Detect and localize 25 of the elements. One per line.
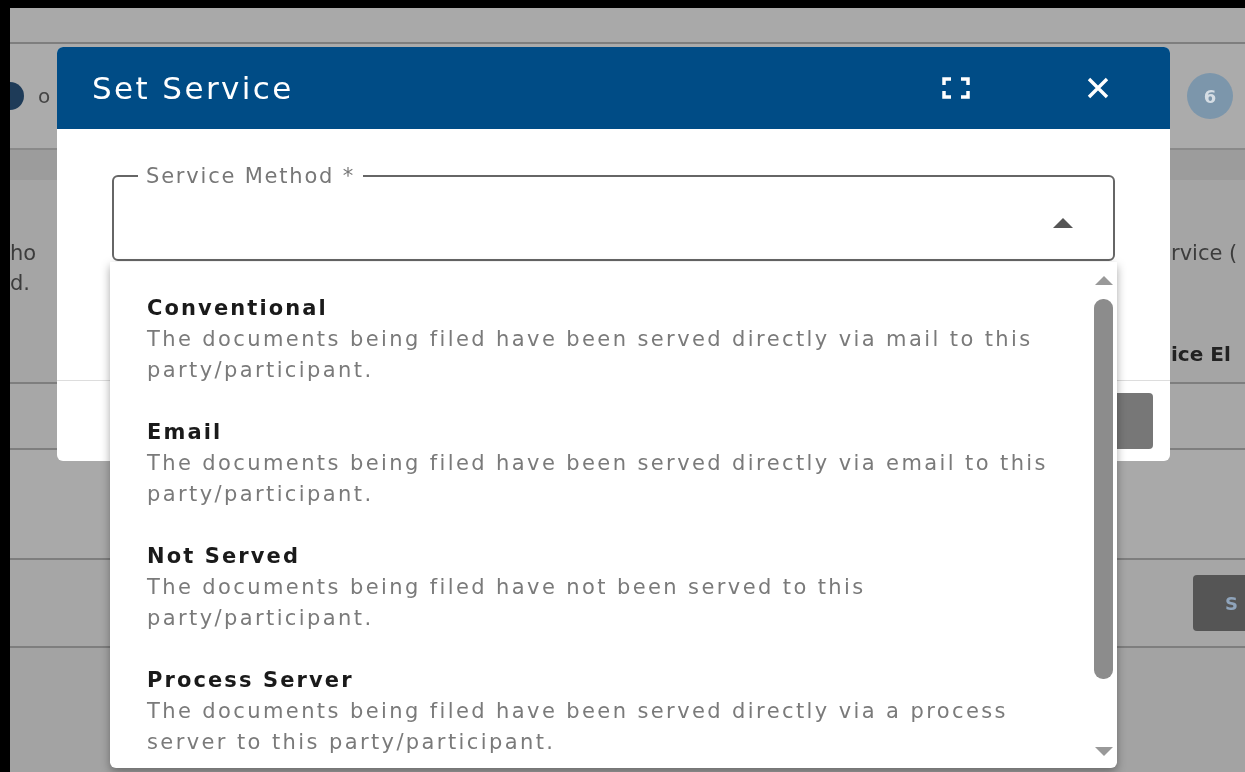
step-label: o [38,84,51,108]
page-text: rvice ( [1171,240,1239,267]
option-description: The documents being filed have been served directly via a process server to this party/participant. [147,698,1009,756]
option-title: Email [147,419,224,446]
option-description: The documents being filed have been served directly via email to this party/participant. [147,450,1049,508]
option-description: The documents being filed have not been served to this party/participant. [147,574,867,632]
caret-icon [1053,218,1073,228]
menu-option[interactable]: Conventional The documents being filed have been served directly via mail to this party/participant. [110,292,1090,416]
menu-option[interactable]: Not Served The documents being filed have not been served to this party/participant. [110,540,1090,664]
option-title: Not Served [147,543,302,570]
page-text: d. [10,270,31,297]
scroll-down-icon[interactable] [1094,747,1113,756]
menu-option[interactable]: Email The documents being filed have been served directly via email to this party/participant. [110,416,1090,540]
fullscreen-icon[interactable] [942,77,970,99]
dialog-title: Set Service [92,70,295,106]
page-text: ho [10,240,37,267]
menu-option[interactable]: Process Server The documents being filed have been served directly via a process server to this party/participant. [110,664,1090,768]
step-badge: 6 [1187,73,1233,119]
option-title: Process Server [147,667,355,694]
option-title: Conventional [147,295,329,322]
option-description: The documents being filed have been served directly via mail to this party/participant. [147,326,1034,384]
scrollbar-thumb[interactable] [1094,299,1113,679]
close-icon[interactable] [1086,76,1110,100]
column-heading: ice El [1171,342,1232,366]
scroll-up-icon[interactable] [1094,276,1113,285]
